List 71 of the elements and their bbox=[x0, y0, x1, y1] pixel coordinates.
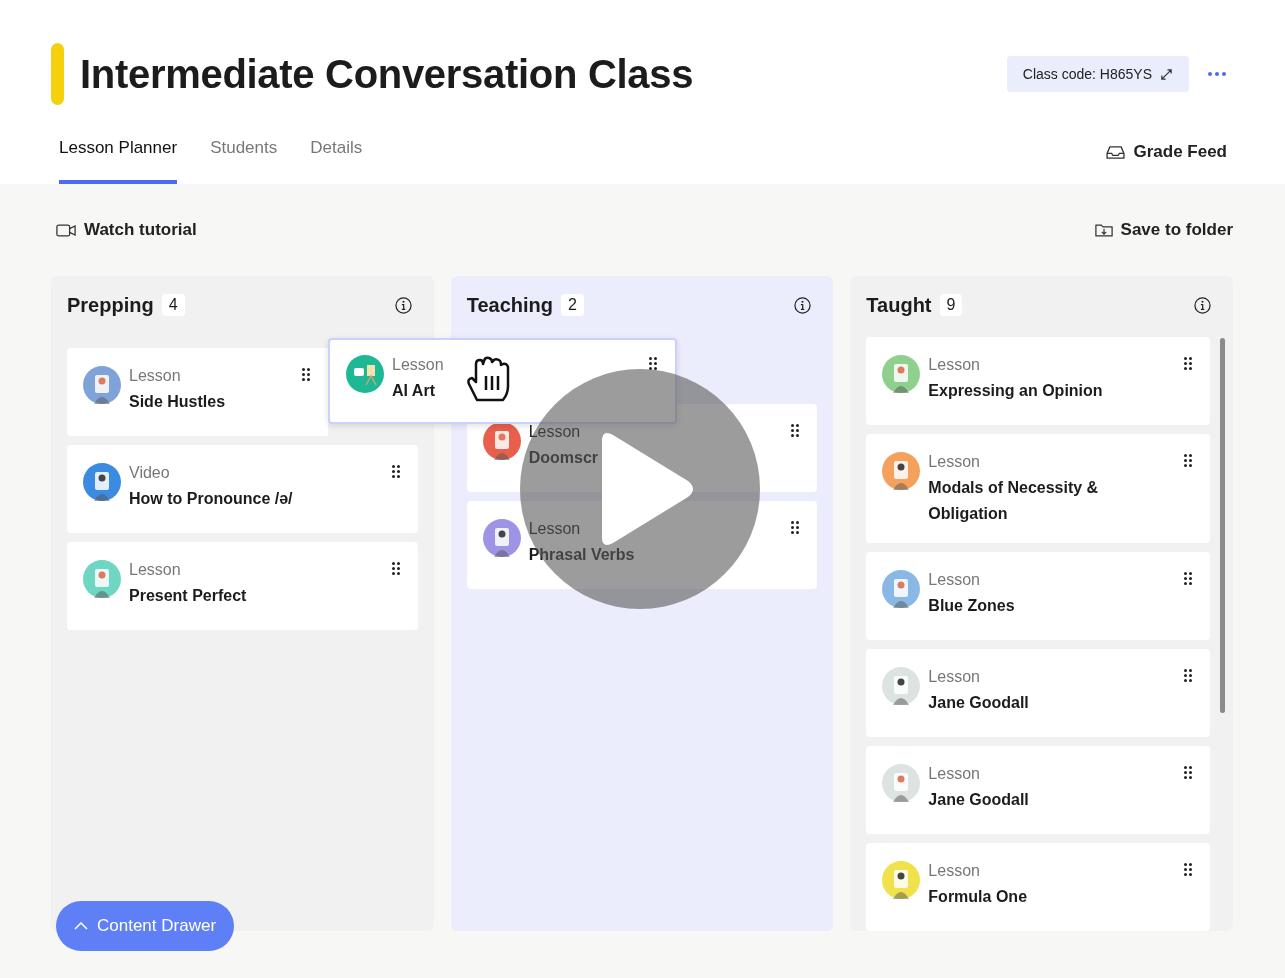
card-type: Lesson bbox=[129, 561, 181, 579]
lesson-card[interactable]: Lesson Modals of Necessity & Obligation bbox=[866, 434, 1211, 543]
drag-handle-icon[interactable] bbox=[391, 465, 400, 478]
lesson-card[interactable]: Lesson Present Perfect bbox=[67, 542, 418, 630]
count-badge: 4 bbox=[161, 294, 185, 316]
caret-icon bbox=[74, 922, 88, 930]
card-title: Doomscr bbox=[528, 448, 599, 468]
card-type: Lesson bbox=[928, 862, 980, 880]
drag-handle-icon[interactable] bbox=[1184, 766, 1193, 779]
tab[interactable]: Lesson Planner bbox=[59, 138, 178, 184]
more-icon[interactable] bbox=[1207, 71, 1227, 77]
card-type: Lesson bbox=[928, 453, 980, 471]
lesson-card[interactable]: Lesson Blue Zones bbox=[866, 552, 1211, 640]
card-type: Lesson bbox=[928, 356, 980, 374]
play-button[interactable] bbox=[520, 369, 760, 609]
drag-handle-icon[interactable] bbox=[649, 357, 657, 370]
lesson-card[interactable]: Lesson Jane Goodall bbox=[866, 649, 1211, 737]
accent-bar bbox=[51, 43, 64, 105]
content-drawer-button[interactable]: Content Drawer bbox=[56, 901, 235, 951]
card-title: Expressing an Opinion bbox=[928, 381, 1103, 401]
card-type: Lesson bbox=[528, 520, 581, 538]
card-type: Lesson bbox=[392, 356, 444, 374]
class-title: Intermediate Conversation Class bbox=[80, 51, 694, 97]
card-type: Video bbox=[129, 464, 170, 482]
drag-handle-icon[interactable] bbox=[1184, 669, 1193, 682]
drag-handle-icon[interactable] bbox=[1184, 454, 1193, 467]
lesson-card[interactable]: Lesson Side Hustles bbox=[67, 348, 328, 436]
grade-feed-button[interactable]: Grade Feed bbox=[1106, 142, 1227, 162]
inbox-icon bbox=[1106, 144, 1126, 160]
save-to-folder-button[interactable]: Save to folder bbox=[1094, 220, 1233, 240]
info-icon[interactable] bbox=[1194, 296, 1211, 314]
drag-handle-icon[interactable] bbox=[791, 521, 800, 534]
lesson-card[interactable]: Lesson Expressing an Opinion bbox=[866, 337, 1211, 425]
class-code-button[interactable]: Class code: H865YS bbox=[1006, 56, 1189, 92]
expand-icon bbox=[1160, 67, 1173, 81]
info-icon[interactable] bbox=[394, 296, 412, 314]
card-type: Lesson bbox=[928, 765, 980, 783]
lesson-card[interactable]: Video How to Pronounce /ə/ bbox=[67, 445, 418, 533]
column-title: Prepping bbox=[67, 293, 154, 317]
column-title: Teaching bbox=[466, 293, 553, 317]
card-title: Jane Goodall bbox=[928, 790, 1029, 810]
card-title: How to Pronounce /ə/ bbox=[129, 489, 293, 509]
card-title: Present Perfect bbox=[129, 586, 247, 606]
card-title: Modals of Necessity & Obligation bbox=[928, 478, 1100, 524]
card-title: Blue Zones bbox=[928, 596, 1015, 616]
drag-handle-icon[interactable] bbox=[391, 562, 400, 575]
drag-handle-icon[interactable] bbox=[1184, 357, 1193, 370]
card-title: AI Art bbox=[392, 381, 435, 401]
count-badge: 2 bbox=[561, 294, 584, 316]
card-type: Lesson bbox=[129, 367, 181, 385]
card-type: Lesson bbox=[928, 571, 980, 589]
folder-icon bbox=[1094, 222, 1113, 238]
video-camera-icon bbox=[56, 223, 76, 237]
dragged-card[interactable]: Lesson AI Art bbox=[328, 338, 677, 424]
column-title: Taught bbox=[866, 293, 932, 317]
drag-handle-icon[interactable] bbox=[1184, 572, 1193, 585]
tab[interactable]: Details bbox=[310, 138, 363, 184]
card-title: Formula One bbox=[928, 887, 1028, 907]
count-badge: 9 bbox=[939, 294, 963, 316]
drag-handle-icon[interactable] bbox=[1184, 863, 1193, 876]
lesson-card[interactable]: Lesson Jane Goodall bbox=[866, 746, 1211, 834]
lesson-card[interactable]: Lesson Formula One bbox=[866, 843, 1211, 931]
card-title: Side Hustles bbox=[129, 392, 226, 412]
info-icon[interactable] bbox=[794, 296, 812, 314]
drag-handle-icon[interactable] bbox=[302, 368, 310, 381]
scrollbar[interactable] bbox=[1220, 338, 1225, 713]
watch-tutorial-button[interactable]: Watch tutorial bbox=[56, 220, 197, 240]
card-title: Jane Goodall bbox=[928, 693, 1029, 713]
tab[interactable]: Students bbox=[210, 138, 278, 184]
card-type: Lesson bbox=[928, 668, 980, 686]
drag-handle-icon[interactable] bbox=[791, 424, 800, 437]
